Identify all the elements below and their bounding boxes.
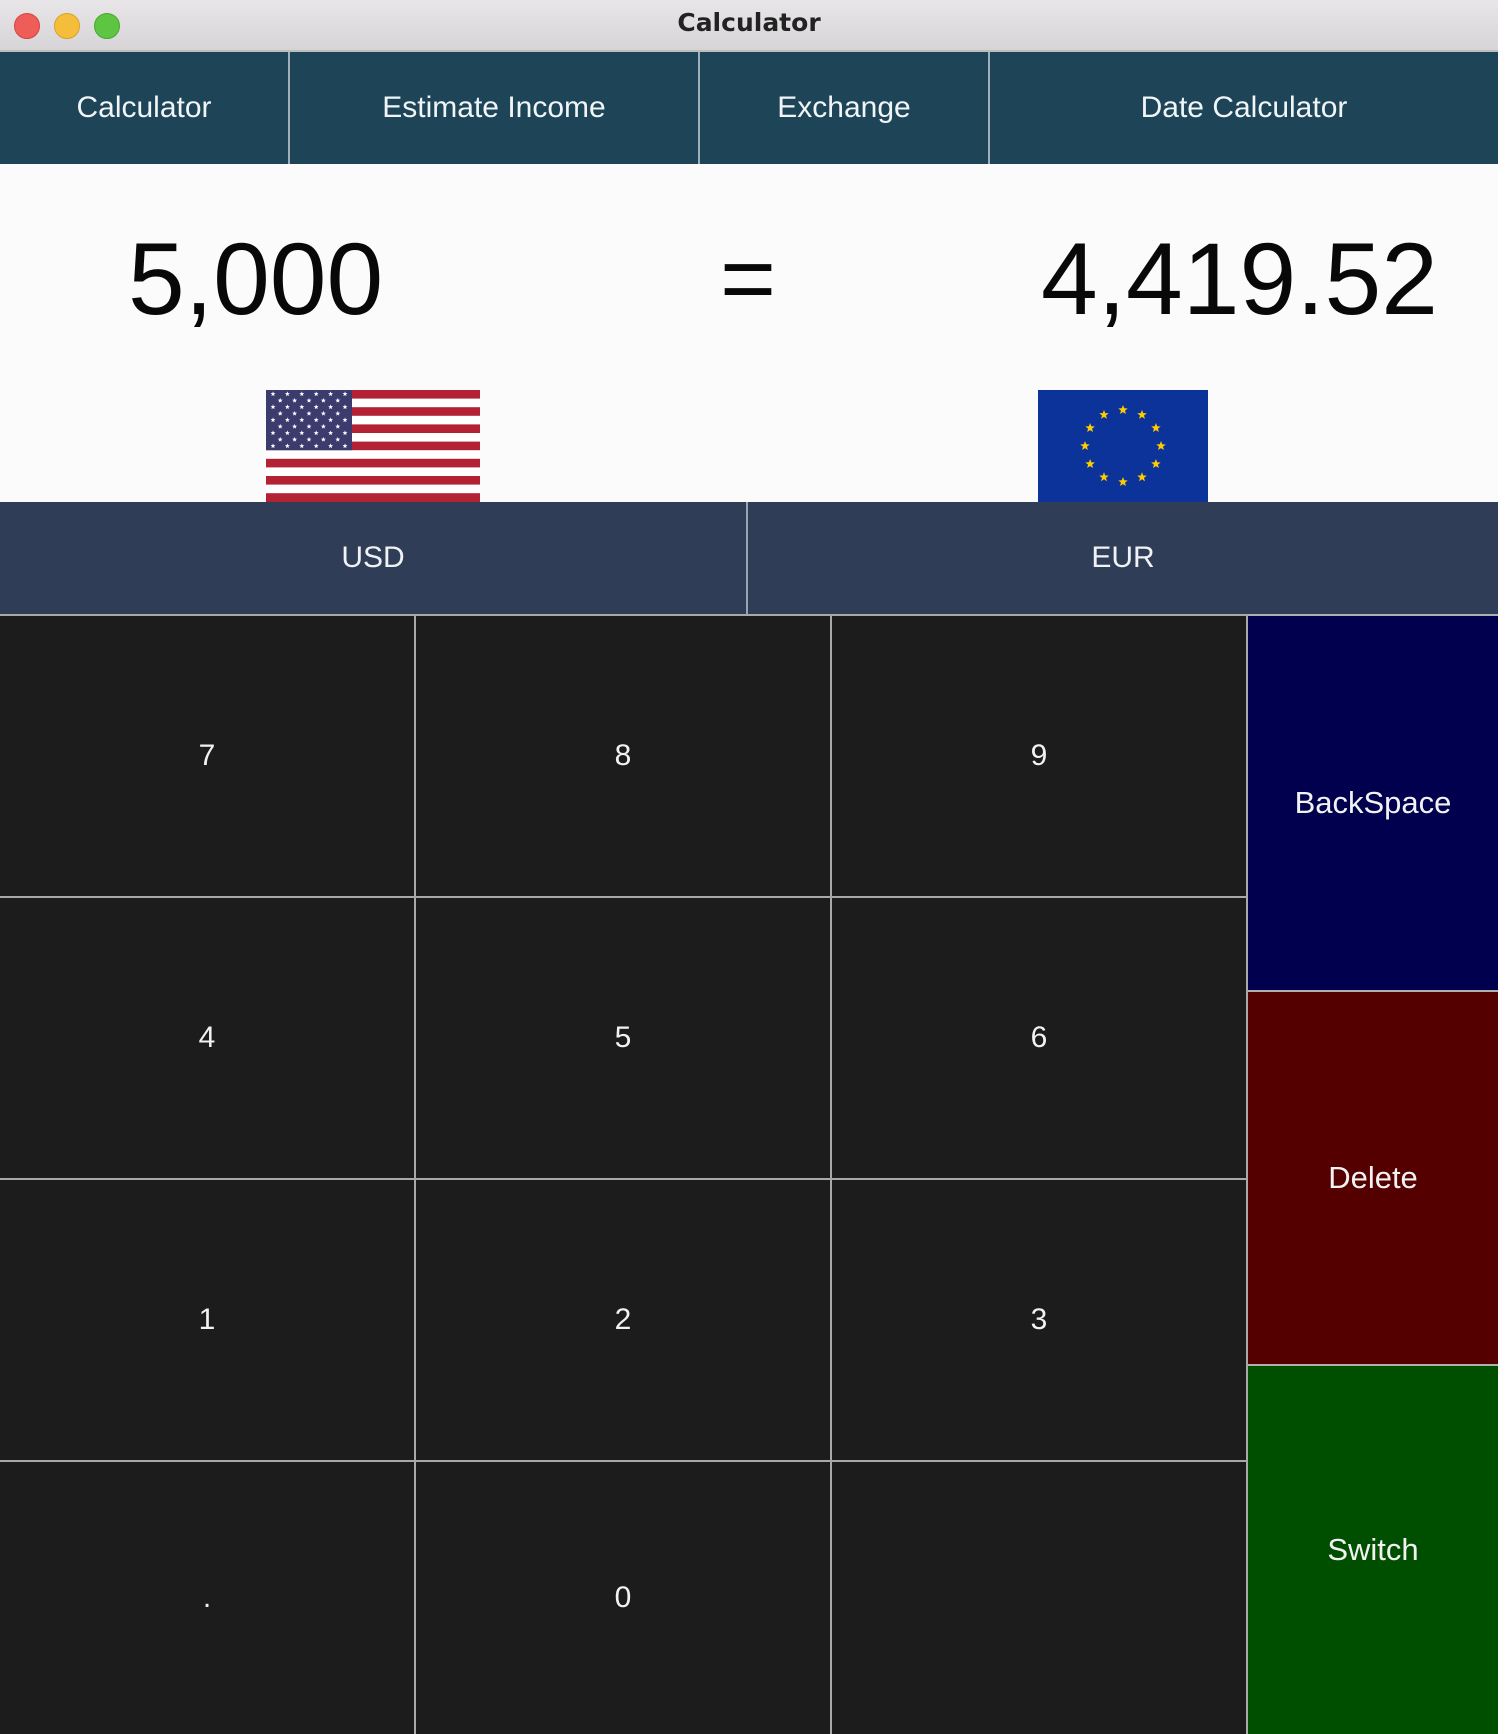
backspace-button[interactable]: BackSpace bbox=[1248, 614, 1498, 990]
delete-button[interactable]: Delete bbox=[1248, 990, 1498, 1364]
keypad: 7 8 9 4 5 6 1 2 3 . 0 bbox=[0, 614, 1248, 1734]
key-blank[interactable] bbox=[832, 1460, 1248, 1734]
from-currency-select[interactable]: USD bbox=[0, 502, 748, 614]
key-4[interactable]: 4 bbox=[0, 896, 416, 1178]
key-5[interactable]: 5 bbox=[416, 896, 832, 1178]
title-bar: Calculator bbox=[0, 0, 1498, 52]
tab-bar: Calculator Estimate Income Exchange Date… bbox=[0, 52, 1498, 164]
converted-amount: 4,419.52 bbox=[1040, 222, 1438, 336]
tab-exchange[interactable]: Exchange bbox=[700, 52, 990, 164]
exchange-display: 5,000 = 4,419.52 bbox=[0, 164, 1498, 502]
key-6[interactable]: 6 bbox=[832, 896, 1248, 1178]
to-currency-select[interactable]: EUR bbox=[748, 502, 1498, 614]
key-9[interactable]: 9 bbox=[832, 614, 1248, 896]
tab-estimate-income[interactable]: Estimate Income bbox=[290, 52, 700, 164]
us-flag-icon bbox=[266, 390, 480, 502]
tab-date-calculator[interactable]: Date Calculator bbox=[990, 52, 1498, 164]
key-decimal[interactable]: . bbox=[0, 1460, 416, 1734]
input-amount: 5,000 bbox=[128, 222, 384, 336]
key-2[interactable]: 2 bbox=[416, 1178, 832, 1460]
tab-calculator[interactable]: Calculator bbox=[0, 52, 290, 164]
key-0[interactable]: 0 bbox=[416, 1460, 832, 1734]
calculator-window: Calculator Calculator Estimate Income Ex… bbox=[0, 0, 1498, 1734]
key-8[interactable]: 8 bbox=[416, 614, 832, 896]
key-1[interactable]: 1 bbox=[0, 1178, 416, 1460]
equals-sign: = bbox=[720, 225, 777, 332]
switch-button[interactable]: Switch bbox=[1248, 1364, 1498, 1734]
key-3[interactable]: 3 bbox=[832, 1178, 1248, 1460]
eu-flag-icon bbox=[1038, 390, 1208, 502]
window-title: Calculator bbox=[677, 8, 821, 37]
key-7[interactable]: 7 bbox=[0, 614, 416, 896]
